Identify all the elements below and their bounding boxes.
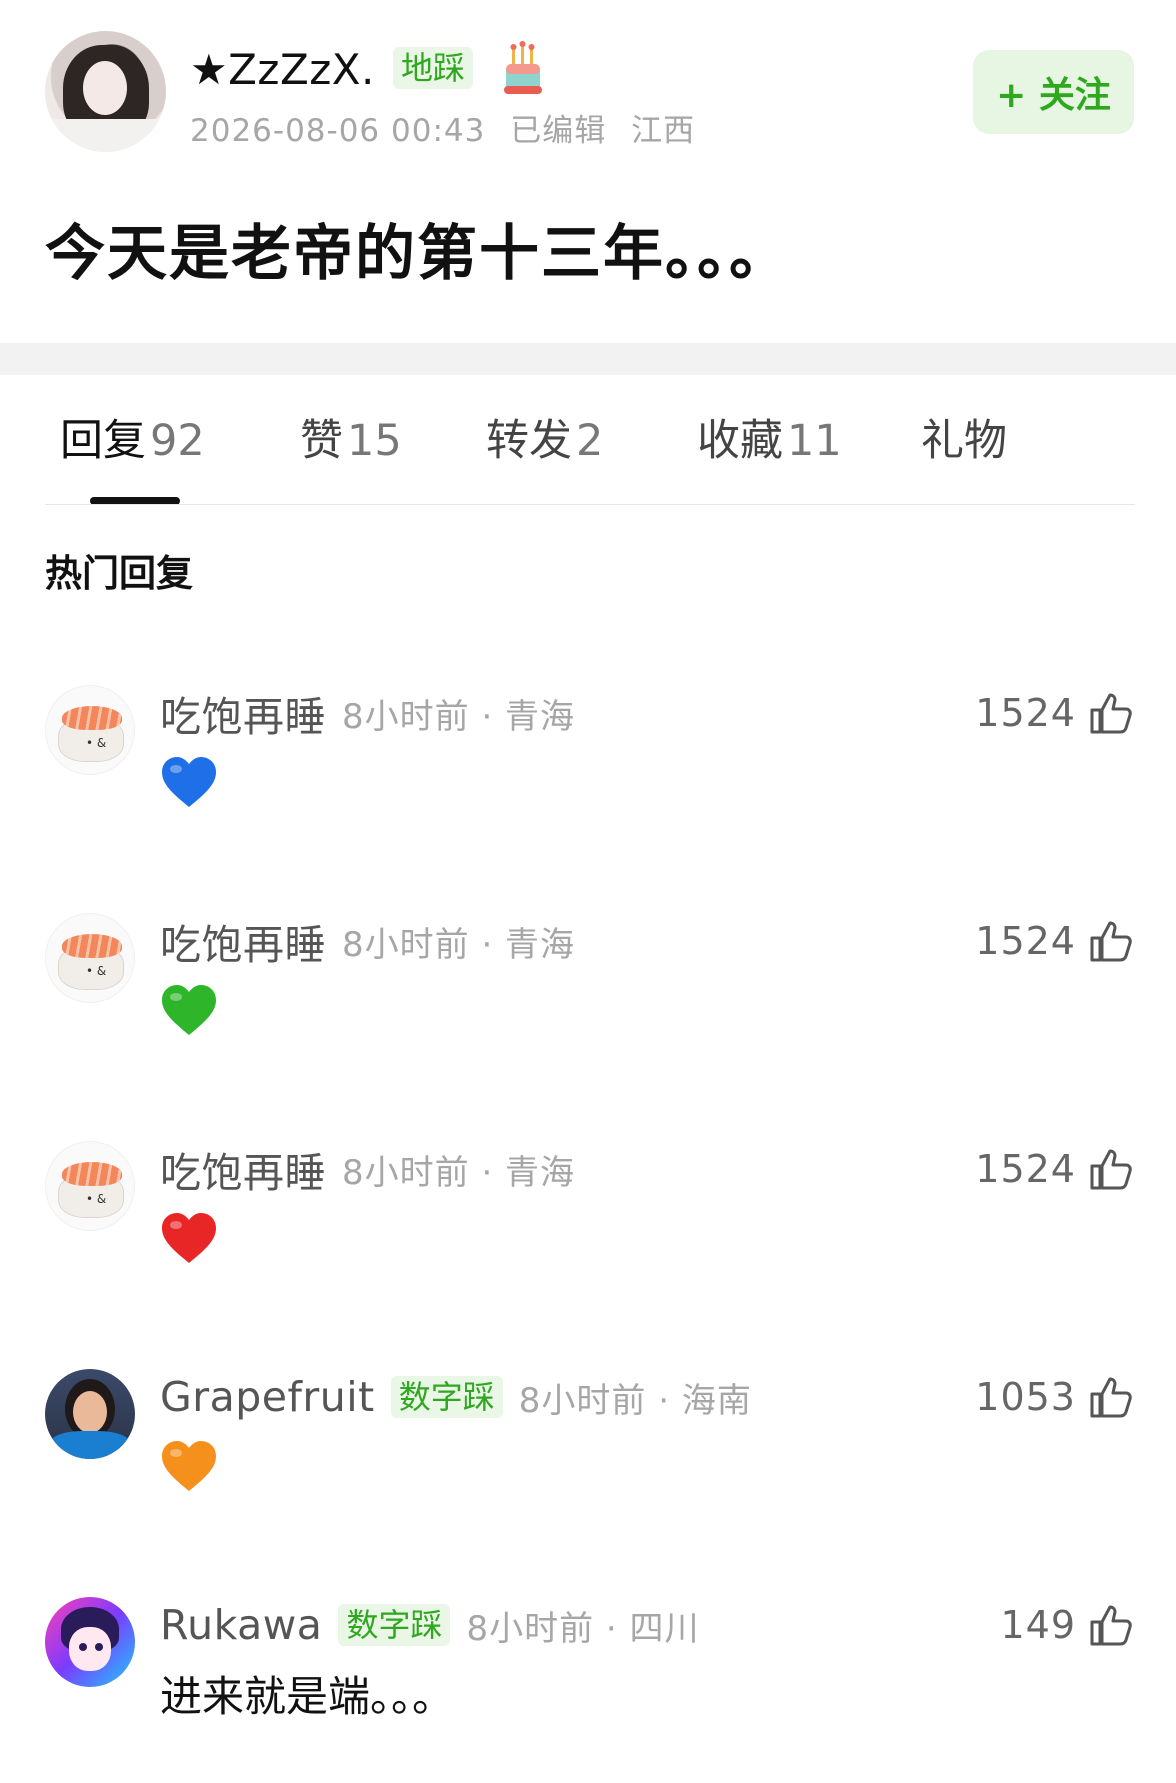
tab-count: 11 (787, 416, 842, 466)
comment-item: • & 吃饱再睡 8小时前 · 青海 1524 (0, 1141, 1176, 1341)
avatar-face (73, 1391, 107, 1433)
comment-body (160, 755, 218, 811)
comment-author[interactable]: 吃饱再睡 (160, 683, 326, 743)
comment-header: 吃饱再睡 8小时前 · 青海 (160, 685, 575, 741)
comment-body (160, 1439, 218, 1495)
author-level-tag: 地踩 (393, 47, 474, 89)
avatar-eyes: • & (86, 736, 107, 750)
post-meta: 2026-08-06 00:43 已编辑 江西 (190, 110, 709, 152)
tab-reposts[interactable]: 转发2 (486, 413, 603, 469)
like-count: 149 (1000, 1603, 1076, 1647)
tab-likes[interactable]: 赞15 (300, 413, 402, 469)
avatar-robe (45, 119, 166, 152)
green-heart-icon (162, 985, 216, 1035)
comment-header: Grapefruit 数字踩 8小时前 · 海南 (160, 1369, 752, 1425)
tab-label: 礼物 (921, 416, 1007, 466)
anime-avatar[interactable] (45, 1597, 135, 1687)
sushi-avatar[interactable]: • & (45, 685, 135, 775)
avatar-fish (62, 1162, 122, 1186)
post-date: 2026-08-06 00:43 (190, 113, 486, 149)
avatar-eye (95, 1643, 103, 1651)
post-location: 江西 (631, 113, 696, 149)
user-badge: 数字踩 (338, 1604, 451, 1646)
comment-text: 进来就是端。。。 (160, 1672, 455, 1721)
cake-icon (504, 41, 542, 94)
like-control[interactable]: 1524 (975, 1141, 1134, 1197)
thumbs-up-icon[interactable] (1088, 690, 1134, 736)
tabs-divider (45, 504, 1135, 505)
comment-author[interactable]: Rukawa (160, 1601, 322, 1649)
comment-meta: 8小时前 · 青海 (342, 924, 576, 965)
post-content: 今天是老帝的第十三年。。。 (45, 219, 791, 289)
tab-count: 2 (576, 416, 604, 466)
comment-meta: 8小时前 · 青海 (342, 696, 576, 737)
follow-button[interactable]: + 关注 (973, 50, 1134, 134)
sushi-avatar[interactable]: • & (45, 913, 135, 1003)
like-control[interactable]: 149 (1000, 1597, 1134, 1653)
author-avatar[interactable] (45, 31, 166, 152)
tab-count: 92 (150, 416, 205, 466)
post-edited-label: 已编辑 (510, 113, 607, 149)
tab-label: 赞 (300, 416, 343, 466)
comment-item: • & 吃饱再睡 8小时前 · 青海 1524 (0, 913, 1176, 1113)
orange-heart-icon (162, 1441, 216, 1491)
avatar-fish (62, 934, 122, 958)
thumbs-up-icon[interactable] (1088, 918, 1134, 964)
like-control[interactable]: 1524 (975, 685, 1134, 741)
thumbs-up-icon[interactable] (1088, 1602, 1134, 1648)
like-count: 1053 (975, 1375, 1076, 1419)
avatar-scarf (50, 1431, 130, 1459)
avatar-fish (62, 706, 122, 730)
tab-label: 收藏 (697, 416, 783, 466)
like-control[interactable]: 1053 (975, 1369, 1134, 1425)
avatar-eyes: • & (86, 1192, 107, 1206)
hot-replies-title: 热门回复 (45, 552, 193, 595)
avatar-eyes: • & (86, 964, 107, 978)
thumbs-up-icon[interactable] (1088, 1374, 1134, 1420)
comment-header: 吃饱再睡 8小时前 · 青海 (160, 1141, 575, 1197)
comment-item: Rukawa 数字踩 8小时前 · 四川 149 进来就是端。。。 (0, 1597, 1176, 1783)
avatar-face (83, 61, 127, 115)
post-header: ★ZzZzX. 地踩 2026-08-06 00:43 已编辑 江西 + 关注 … (0, 0, 1176, 343)
section-separator (0, 343, 1176, 375)
comment-body (160, 983, 218, 1039)
like-control[interactable]: 1524 (975, 913, 1134, 969)
comment-meta: 8小时前 · 青海 (342, 1152, 576, 1193)
author-name[interactable]: ★ZzZzX. (190, 44, 375, 96)
tab-bar: 回复92 赞15 转发2 收藏11 礼物 (0, 375, 1176, 505)
like-count: 1524 (975, 691, 1076, 735)
avatar-face (69, 1627, 111, 1671)
comment-header: Rukawa 数字踩 8小时前 · 四川 (160, 1597, 700, 1653)
comment-item: Grapefruit 数字踩 8小时前 · 海南 1053 (0, 1369, 1176, 1569)
tab-replies[interactable]: 回复92 (60, 413, 205, 469)
comment-author[interactable]: 吃饱再睡 (160, 1139, 326, 1199)
tab-gifts[interactable]: 礼物 (921, 413, 1007, 469)
tab-label: 转发 (486, 416, 572, 466)
sushi-avatar[interactable]: • & (45, 1141, 135, 1231)
comment-item: • & 吃饱再睡 8小时前 · 青海 1524 (0, 685, 1176, 885)
comment-author[interactable]: Grapefruit (160, 1373, 375, 1421)
red-heart-icon (162, 1213, 216, 1263)
like-count: 1524 (975, 1147, 1076, 1191)
tab-favorites[interactable]: 收藏11 (697, 413, 842, 469)
comment-body (160, 1211, 218, 1267)
avatar-eye (79, 1643, 87, 1651)
tab-label: 回复 (60, 416, 146, 466)
blue-heart-icon (162, 757, 216, 807)
girl-avatar[interactable] (45, 1369, 135, 1459)
tab-count: 15 (347, 416, 402, 466)
comment-meta: 8小时前 · 四川 (466, 1608, 700, 1649)
like-count: 1524 (975, 919, 1076, 963)
user-badge: 数字踩 (390, 1376, 503, 1418)
comment-header: 吃饱再睡 8小时前 · 青海 (160, 913, 575, 969)
comment-author[interactable]: 吃饱再睡 (160, 911, 326, 971)
comment-meta: 8小时前 · 海南 (518, 1380, 752, 1421)
thumbs-up-icon[interactable] (1088, 1146, 1134, 1192)
